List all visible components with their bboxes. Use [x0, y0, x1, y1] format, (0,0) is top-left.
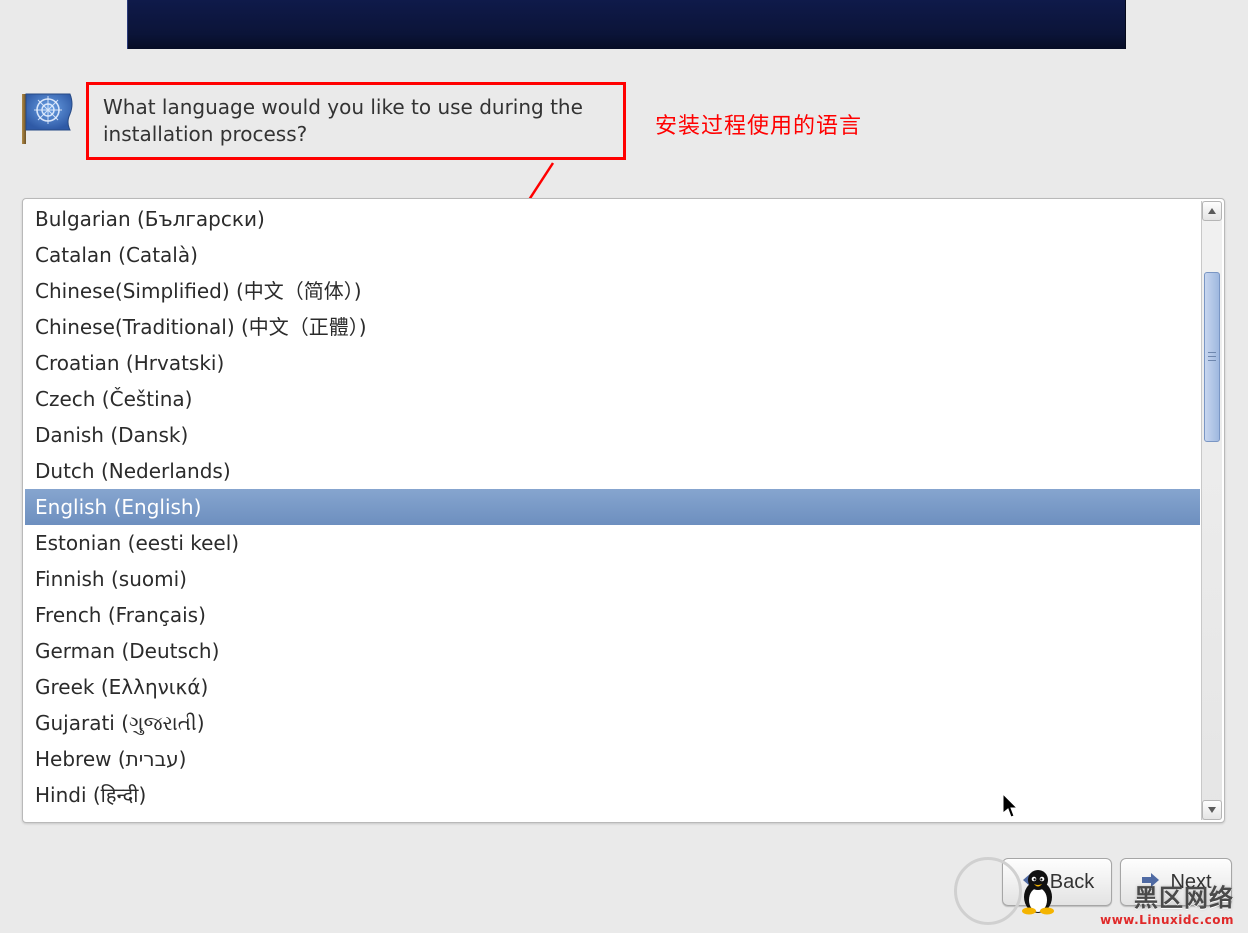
- language-option[interactable]: French (Français): [25, 597, 1200, 633]
- flag-icon: [14, 84, 78, 148]
- back-button-label: Back: [1050, 871, 1094, 894]
- language-option[interactable]: Czech (Čeština): [25, 381, 1200, 417]
- scroll-up-button[interactable]: [1202, 201, 1222, 221]
- language-option[interactable]: Croatian (Hrvatski): [25, 345, 1200, 381]
- language-option[interactable]: Chinese(Traditional) (中文（正體）): [25, 309, 1200, 345]
- back-button[interactable]: Back: [1002, 858, 1112, 906]
- scroll-down-button[interactable]: [1202, 800, 1222, 820]
- language-option[interactable]: Greek (Ελληνικά): [25, 669, 1200, 705]
- language-list-panel: Bulgarian (Български)Catalan (Català)Chi…: [22, 198, 1225, 823]
- language-option[interactable]: Dutch (Nederlands): [25, 453, 1200, 489]
- language-option[interactable]: Bulgarian (Български): [25, 201, 1200, 237]
- language-option[interactable]: English (English): [25, 489, 1200, 525]
- window-header-bar: [127, 0, 1126, 49]
- next-button[interactable]: Next: [1120, 858, 1232, 906]
- next-button-label: Next: [1170, 871, 1211, 894]
- arrow-left-icon: [1020, 869, 1042, 895]
- language-option[interactable]: Estonian (eesti keel): [25, 525, 1200, 561]
- language-option[interactable]: Danish (Dansk): [25, 417, 1200, 453]
- language-option[interactable]: Hindi (हिन्दी): [25, 777, 1200, 813]
- language-option[interactable]: Hebrew (עברית): [25, 741, 1200, 777]
- chevron-down-icon: [1207, 806, 1217, 814]
- installer-prompt-text: What language would you like to use duri…: [103, 94, 609, 148]
- language-list[interactable]: Bulgarian (Български)Catalan (Català)Chi…: [25, 201, 1200, 820]
- watermark-url: www.Linuxidc.com: [1100, 913, 1234, 927]
- annotation-label: 安装过程使用的语言: [655, 108, 862, 140]
- chevron-up-icon: [1207, 207, 1217, 215]
- language-option[interactable]: Gujarati (ગુજરાતી): [25, 705, 1200, 741]
- scrollbar[interactable]: [1201, 201, 1222, 820]
- arrow-right-icon: [1140, 869, 1162, 895]
- language-option[interactable]: Finnish (suomi): [25, 561, 1200, 597]
- language-option[interactable]: Catalan (Català): [25, 237, 1200, 273]
- language-option[interactable]: German (Deutsch): [25, 633, 1200, 669]
- scroll-thumb[interactable]: [1204, 272, 1220, 442]
- language-option[interactable]: Chinese(Simplified) (中文（简体）): [25, 273, 1200, 309]
- prompt-highlight-box: What language would you like to use duri…: [86, 82, 626, 160]
